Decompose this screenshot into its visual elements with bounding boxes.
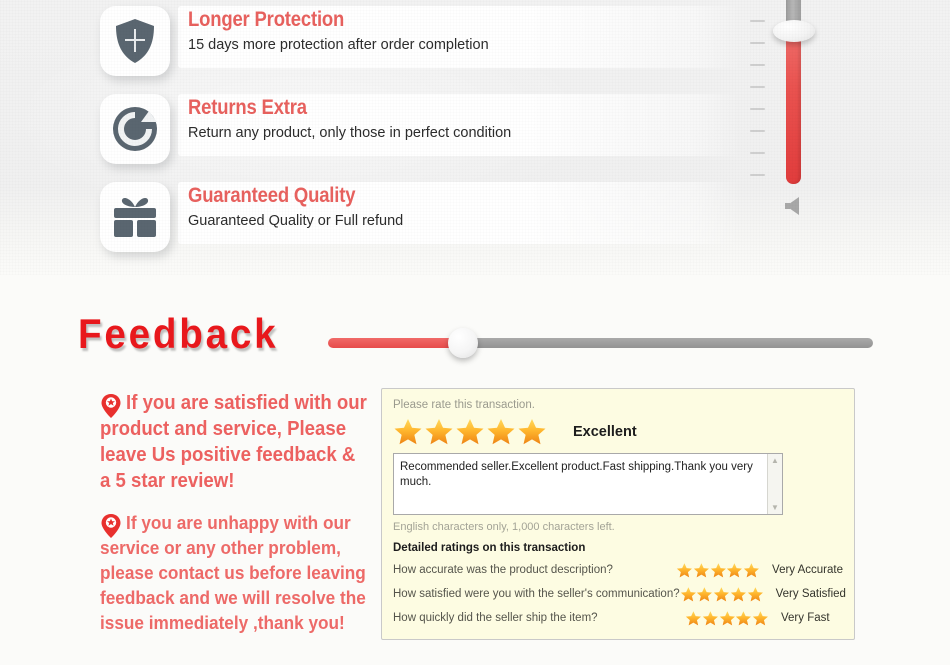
- refresh-return-icon: [100, 94, 170, 164]
- detailed-ratings-title: Detailed ratings on this transaction: [393, 542, 586, 554]
- star-icon: [487, 419, 515, 445]
- feature-description: Return any product, only those in perfec…: [188, 125, 512, 141]
- star-icon: [730, 586, 746, 601]
- detail-question: How quickly did the seller ship the item…: [393, 612, 598, 624]
- detail-answer: Very Accurate: [772, 564, 843, 576]
- promo-page: Longer Protection 15 days more protectio…: [0, 0, 950, 665]
- detail-rating-row: How satisfied were you with the seller's…: [393, 583, 846, 605]
- slider-ticks: [750, 0, 770, 194]
- chevron-up-icon[interactable]: ▲: [769, 454, 782, 467]
- rating-row: Excellent: [393, 417, 843, 447]
- feedback-notes: If you are satisfied with our product an…: [100, 390, 390, 651]
- detail-stars: [680, 586, 764, 603]
- feature-title: Guaranteed Quality: [188, 184, 356, 207]
- detail-answer: Very Fast: [781, 612, 830, 624]
- feedback-heading: Feedback: [78, 310, 279, 357]
- feature-title: Returns Extra: [188, 96, 307, 119]
- feature-title: Longer Protection: [188, 8, 345, 31]
- feedback-note: If you are unhappy with our service or a…: [100, 510, 390, 635]
- feature-description: 15 days more protection after order comp…: [188, 37, 489, 53]
- speaker-icon[interactable]: [780, 192, 808, 220]
- scrollbar[interactable]: ▲ ▼: [767, 454, 782, 514]
- star-icon: [710, 562, 726, 577]
- star-icon: [518, 419, 546, 445]
- star-icon: [697, 586, 713, 601]
- comment-text: Recommended seller.Excellent product.Fas…: [400, 461, 753, 488]
- feedback-note-text: If you are satisfied with our product an…: [100, 392, 367, 492]
- progress-slider[interactable]: [328, 328, 873, 358]
- slider-track-inactive[interactable]: [462, 338, 873, 348]
- star-icon: [714, 586, 730, 601]
- slider-track-active[interactable]: [328, 338, 462, 348]
- rating-stars[interactable]: [393, 417, 547, 447]
- rate-prompt: Please rate this transaction.: [393, 399, 535, 411]
- slider-track-active[interactable]: [786, 34, 801, 184]
- rating-panel: Please rate this transaction. Excellent …: [381, 388, 855, 640]
- slider-thumb[interactable]: [448, 328, 478, 358]
- detail-rating-row: How quickly did the seller ship the item…: [393, 607, 843, 629]
- star-icon: [719, 610, 735, 625]
- detail-question: How accurate was the product description…: [393, 564, 613, 576]
- slider-thumb[interactable]: [773, 20, 815, 42]
- detail-question: How satisfied were you with the seller's…: [393, 588, 680, 600]
- star-icon: [456, 419, 484, 445]
- feedback-note-text: If you are unhappy with our service or a…: [100, 512, 366, 633]
- rating-label: Excellent: [573, 424, 637, 440]
- character-counter: English characters only, 1,000 character…: [393, 521, 615, 533]
- feedback-note: If you are satisfied with our product an…: [100, 390, 390, 494]
- chevron-down-icon[interactable]: ▼: [769, 501, 782, 514]
- star-icon: [676, 562, 692, 577]
- star-icon: [753, 610, 769, 625]
- feature-row: Longer Protection 15 days more protectio…: [100, 6, 740, 76]
- star-icon: [727, 562, 743, 577]
- gift-icon: [100, 182, 170, 252]
- feature-texts: Guaranteed Quality Guaranteed Quality or…: [188, 184, 403, 232]
- star-icon: [693, 562, 709, 577]
- service-banner: Longer Protection 15 days more protectio…: [0, 0, 950, 275]
- star-icon: [736, 610, 752, 625]
- detail-answer: Very Satisfied: [775, 588, 846, 600]
- star-icon: [680, 586, 696, 601]
- star-icon: [747, 586, 763, 601]
- feature-row: Guaranteed Quality Guaranteed Quality or…: [100, 182, 740, 252]
- volume-slider[interactable]: [742, 0, 822, 234]
- star-icon: [685, 610, 701, 625]
- feature-texts: Longer Protection 15 days more protectio…: [188, 8, 489, 56]
- star-icon: [702, 610, 718, 625]
- star-icon: [425, 419, 453, 445]
- star-icon: [394, 419, 422, 445]
- detail-stars: [685, 610, 769, 627]
- detail-stars: [676, 562, 760, 579]
- feature-description: Guaranteed Quality or Full refund: [188, 213, 404, 229]
- feature-row: Returns Extra Return any product, only t…: [100, 94, 740, 164]
- star-icon: [744, 562, 760, 577]
- detail-rating-row: How accurate was the product description…: [393, 559, 843, 581]
- feature-texts: Returns Extra Return any product, only t…: [188, 96, 511, 144]
- shield-icon: [100, 6, 170, 76]
- comment-textarea[interactable]: Recommended seller.Excellent product.Fas…: [393, 453, 783, 515]
